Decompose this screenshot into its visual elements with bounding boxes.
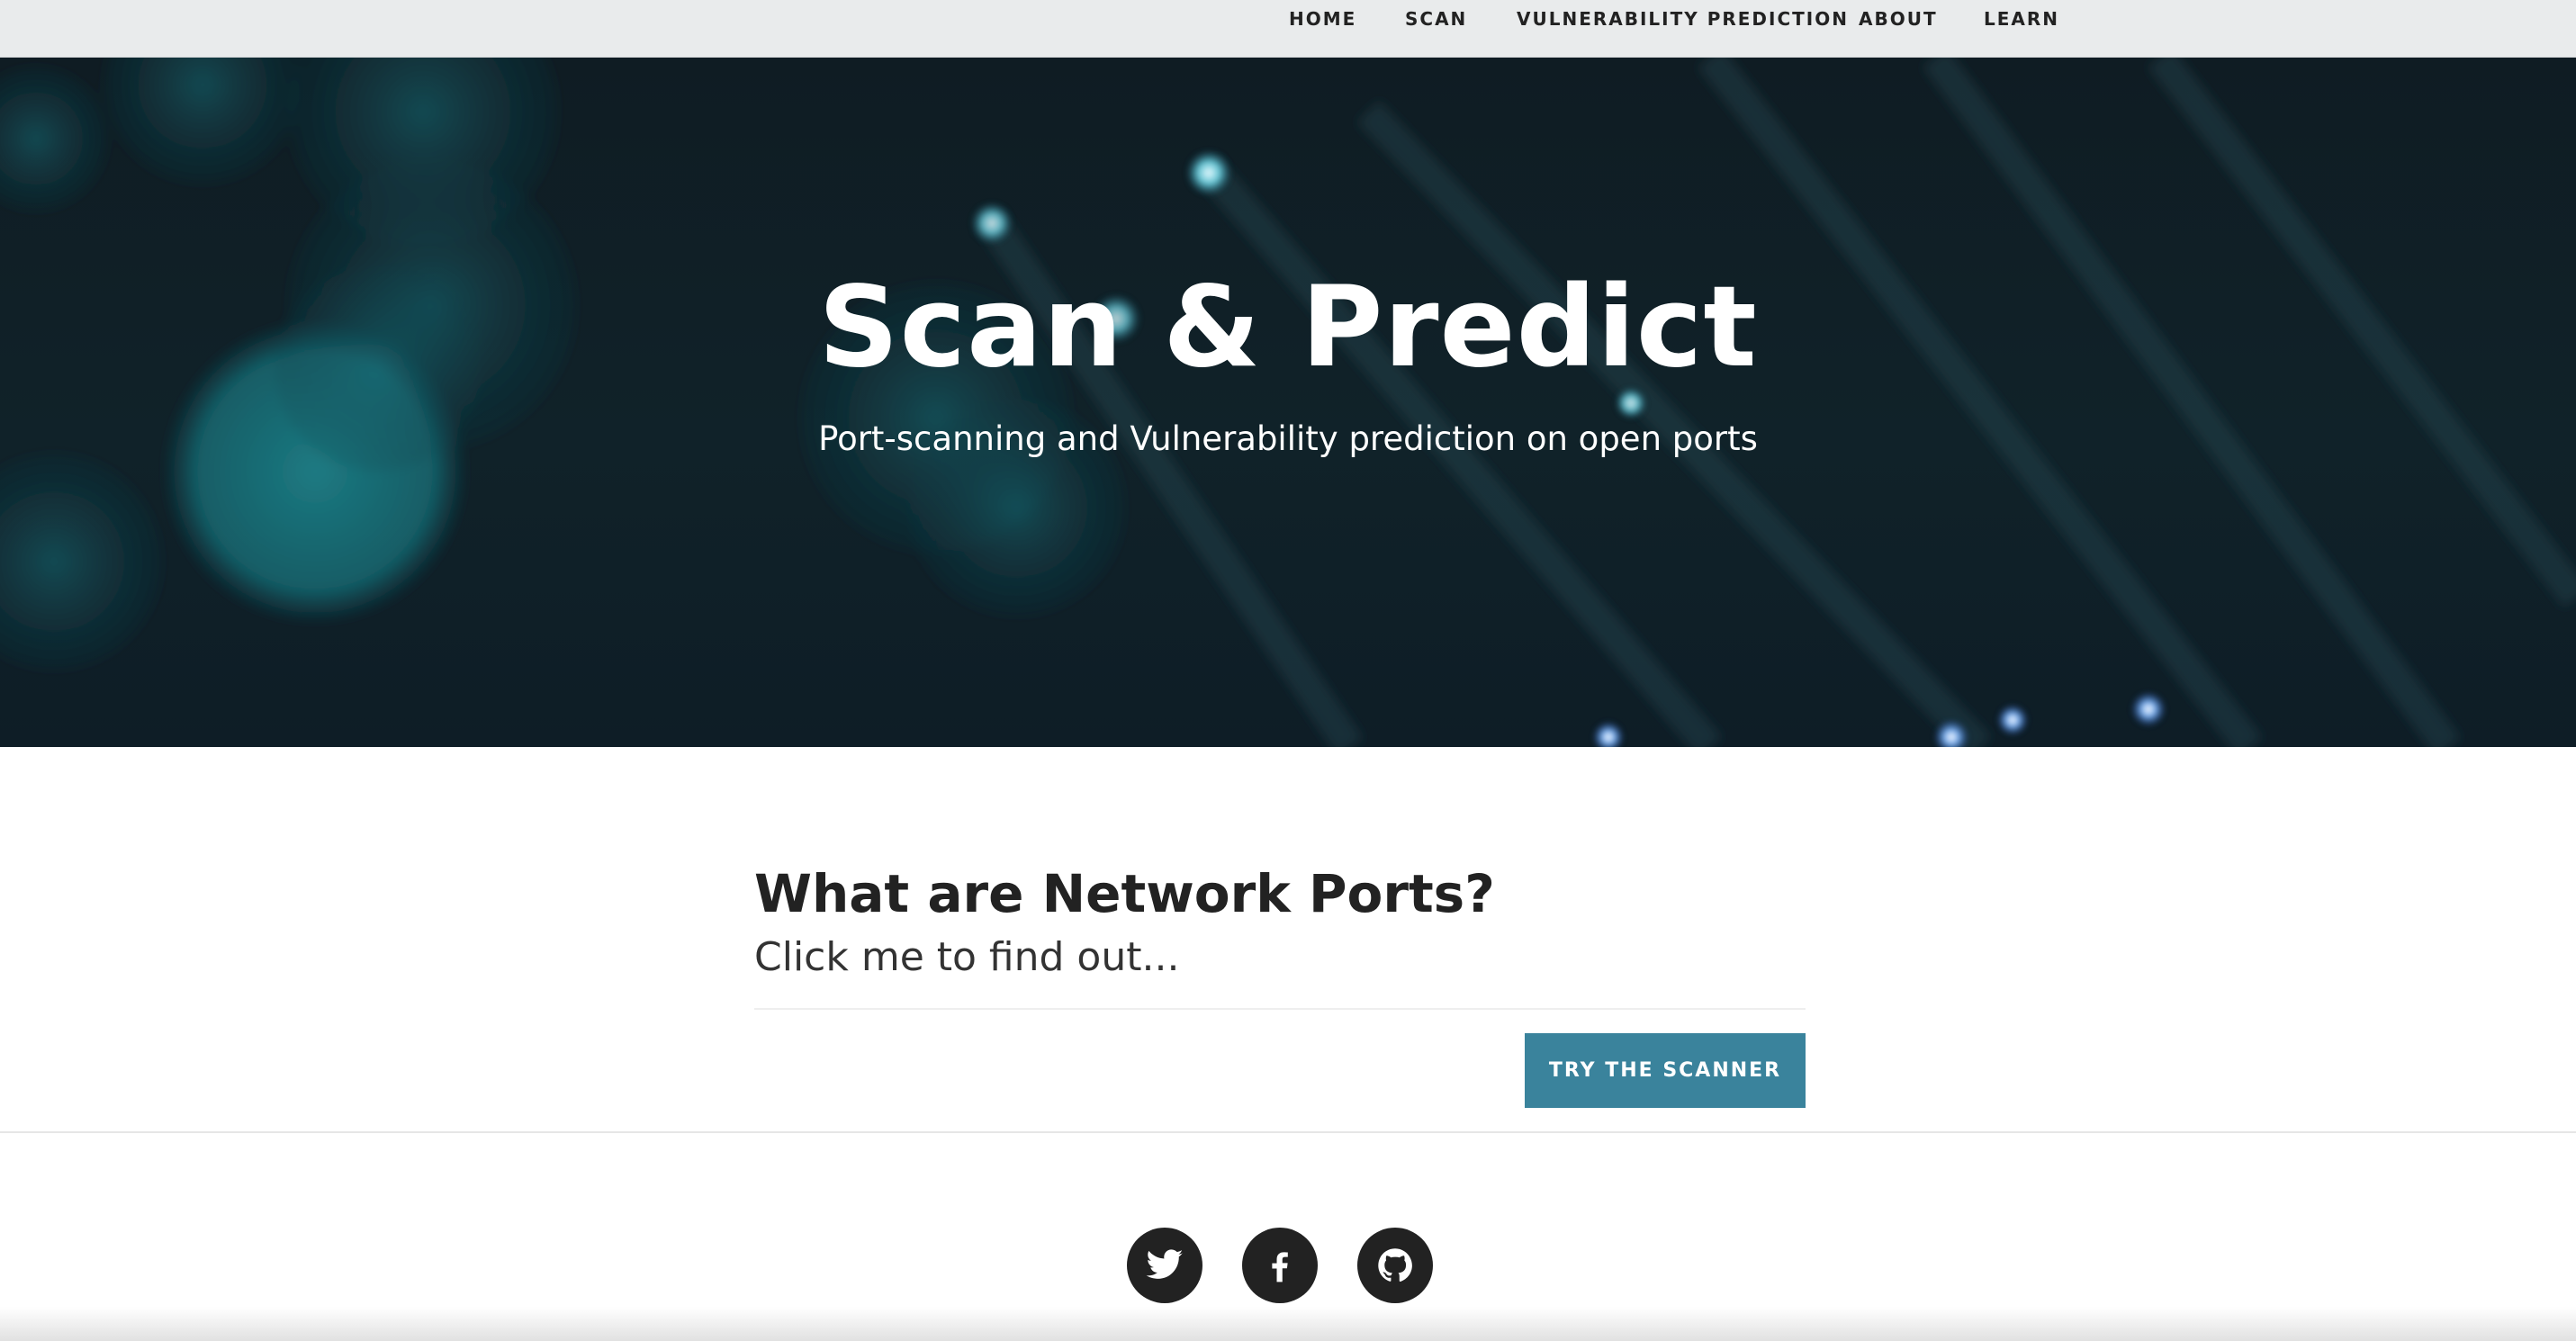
nav-link-vulnerability-prediction[interactable]: VULNERABILITY PREDICTION	[1517, 5, 1849, 32]
window-bottom-shadow	[0, 1307, 2576, 1341]
post-divider	[754, 1008, 1806, 1010]
section-divider	[0, 1131, 2576, 1133]
github-icon	[1378, 1248, 1412, 1282]
post-subtitle[interactable]: Click me to find out...	[754, 930, 1806, 986]
hero-header: Scan & Predict Port-scanning and Vulnera…	[0, 58, 2576, 747]
footer-social-links	[0, 1228, 2576, 1305]
nav-link-learn[interactable]: LEARN	[1984, 5, 2059, 32]
page-title: Scan & Predict	[818, 263, 1758, 392]
nav-menu: HOME SCAN VULNERABILITY PREDICTION ABOUT…	[0, 0, 2576, 58]
nav-link-home[interactable]: HOME	[1289, 5, 1356, 32]
github-link[interactable]	[1357, 1228, 1433, 1303]
top-navbar: HOME SCAN VULNERABILITY PREDICTION ABOUT…	[0, 0, 2576, 58]
facebook-link[interactable]	[1242, 1228, 1318, 1303]
nav-link-scan[interactable]: SCAN	[1405, 5, 1467, 32]
twitter-icon	[1146, 1249, 1184, 1279]
post-preview-link[interactable]: What are Network Ports? Click me to find…	[754, 860, 1806, 986]
try-scanner-button[interactable]: TRY THE SCANNER	[1525, 1033, 1806, 1108]
post-title[interactable]: What are Network Ports?	[754, 860, 1806, 928]
hero-background-image	[0, 58, 2576, 747]
page-subtitle: Port-scanning and Vulnerability predicti…	[818, 419, 1758, 458]
twitter-link[interactable]	[1127, 1228, 1202, 1303]
facebook-icon	[1272, 1252, 1288, 1282]
nav-link-about[interactable]: ABOUT	[1859, 5, 1938, 32]
